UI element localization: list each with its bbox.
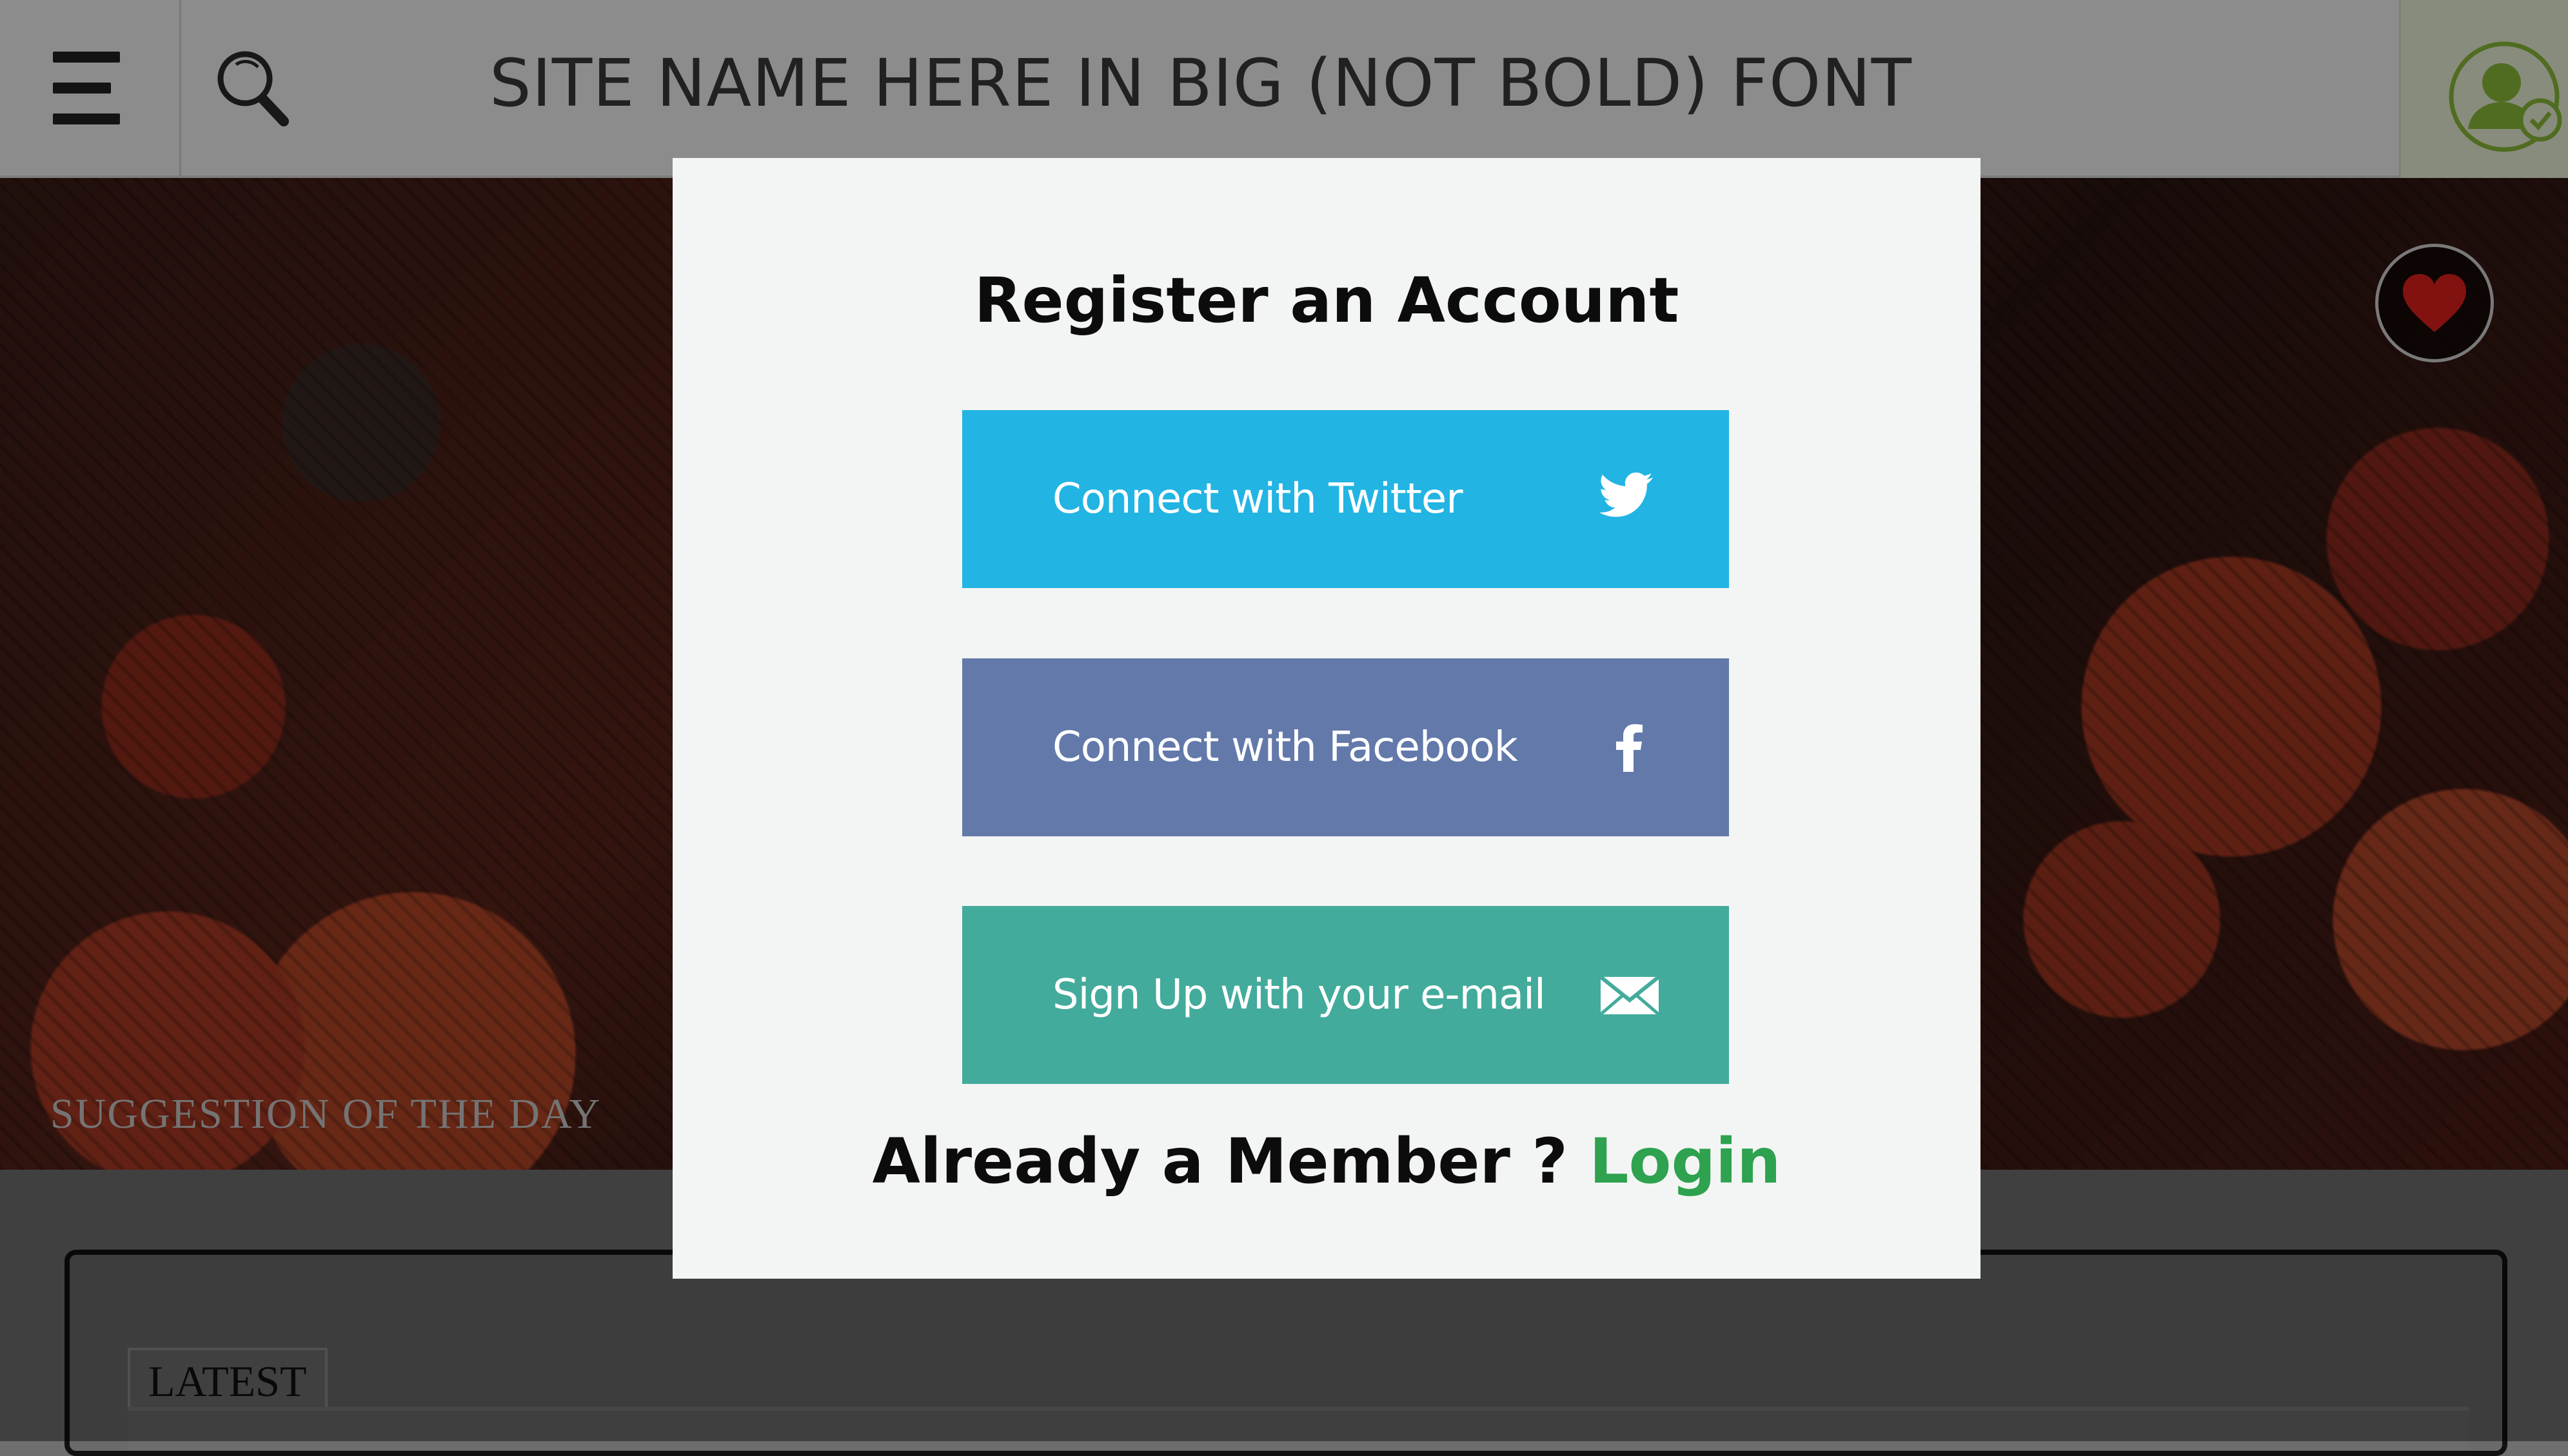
signup-email-label: Sign Up with your e-mail <box>1052 971 1546 1019</box>
register-modal: Register an Account Connect with Twitter… <box>673 158 1980 1279</box>
connect-twitter-label: Connect with Twitter <box>1052 475 1463 523</box>
connect-facebook-label: Connect with Facebook <box>1052 723 1518 771</box>
member-prompt: Already a Member ? <box>872 1125 1590 1197</box>
login-link[interactable]: Login <box>1589 1125 1781 1197</box>
signup-email-button[interactable]: Sign Up with your e-mail <box>962 906 1729 1084</box>
connect-facebook-button[interactable]: Connect with Facebook <box>962 658 1729 836</box>
member-login-line: Already a Member ? Login <box>673 1125 1980 1197</box>
envelope-icon <box>1599 975 1660 1016</box>
connect-twitter-button[interactable]: Connect with Twitter <box>962 410 1729 588</box>
modal-title: Register an Account <box>974 264 1679 337</box>
facebook-icon <box>1616 724 1643 772</box>
twitter-icon <box>1599 472 1654 517</box>
